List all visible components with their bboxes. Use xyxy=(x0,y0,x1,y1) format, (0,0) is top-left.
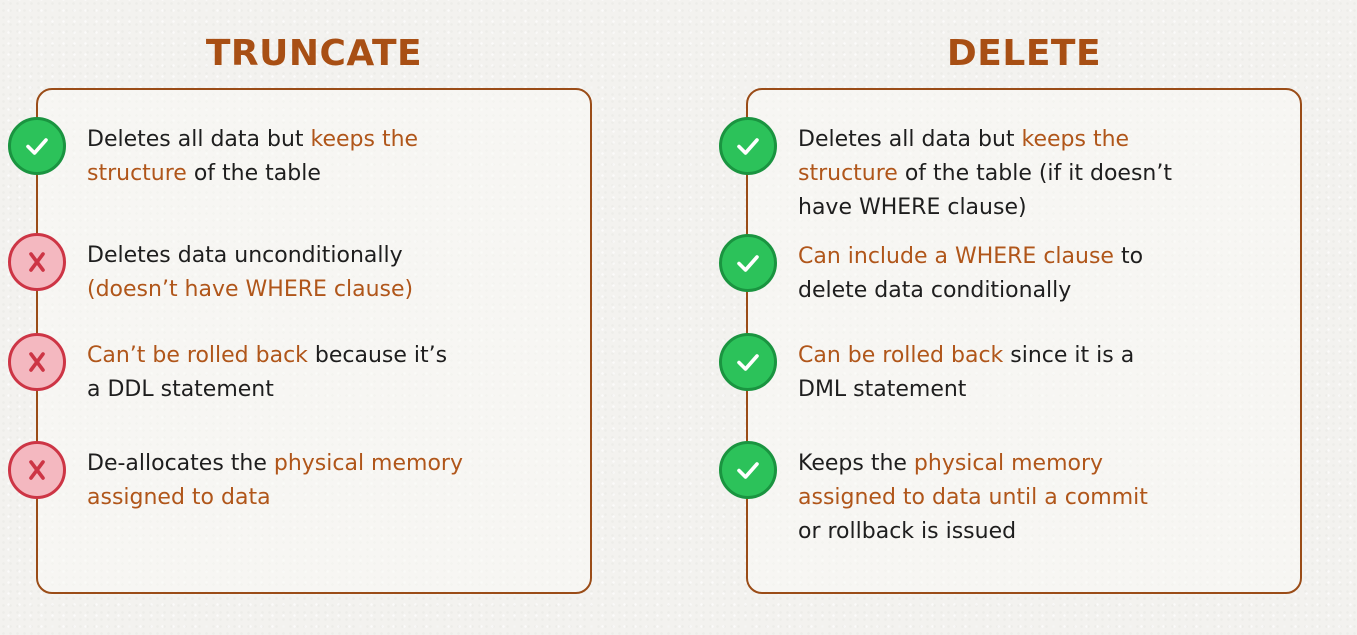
delete-item: Can include a WHERE clause to delete data… xyxy=(719,234,1299,344)
delete-item: Can be rolled back since it is a DML stat… xyxy=(719,333,1299,443)
item-text: Can be rolled back since it is a DML stat… xyxy=(798,339,1134,407)
check-icon xyxy=(8,117,66,175)
plain-text: De-allocates the xyxy=(87,451,274,476)
text-line: Keeps the physical memory xyxy=(798,447,1148,481)
text-line: Can be rolled back since it is a xyxy=(798,339,1134,373)
text-line: or rollback is issued xyxy=(798,515,1148,549)
plain-text: Deletes data unconditionally xyxy=(87,243,403,268)
highlighted-text: keeps the xyxy=(310,127,419,152)
plain-text: delete data conditionally xyxy=(798,278,1072,303)
item-text: De-allocates the physical memory assigned… xyxy=(87,447,463,515)
text-line: Deletes all data but keeps the xyxy=(87,123,418,157)
plain-text: of the table (if it doesn’t xyxy=(897,161,1172,186)
check-icon xyxy=(719,333,777,391)
highlighted-text: physical memory xyxy=(273,451,463,476)
highlighted-text: Can’t be rolled back xyxy=(87,343,308,368)
text-line: a DDL statement xyxy=(87,373,447,407)
text-line: Deletes all data but keeps the xyxy=(798,123,1172,157)
plain-text: to xyxy=(1113,244,1144,269)
plain-text: because it’s xyxy=(307,343,448,368)
highlighted-text: keeps the xyxy=(1021,127,1130,152)
plain-text: DML statement xyxy=(798,377,967,402)
text-line: Can include a WHERE clause to xyxy=(798,240,1143,274)
text-line: have WHERE clause) xyxy=(798,191,1172,225)
item-text: Deletes all data but keeps the structure … xyxy=(798,123,1172,225)
item-text: Keeps the physical memory assigned to dat… xyxy=(798,447,1148,549)
highlighted-text: Can include a WHERE clause xyxy=(798,244,1114,269)
text-line: structure of the table xyxy=(87,157,418,191)
plain-text: have WHERE clause) xyxy=(798,195,1027,220)
highlighted-text: physical memory xyxy=(913,451,1104,476)
text-line: Deletes data unconditionally xyxy=(87,239,413,273)
x-icon xyxy=(8,233,66,291)
item-text: Deletes all data but keeps the structure … xyxy=(87,123,418,191)
truncate-item: Deletes data unconditionally (doesn’t hav… xyxy=(8,233,568,343)
text-line: (doesn’t have WHERE clause) xyxy=(87,273,413,307)
text-line: assigned to data xyxy=(87,481,463,515)
x-icon xyxy=(8,333,66,391)
text-line: structure of the table (if it doesn’t xyxy=(798,157,1172,191)
truncate-item: De-allocates the physical memory assigned… xyxy=(8,441,568,551)
text-line: delete data conditionally xyxy=(798,274,1143,308)
plain-text: Keeps the xyxy=(798,451,914,476)
highlighted-text: structure xyxy=(798,161,898,186)
plain-text: a DDL statement xyxy=(87,377,274,402)
delete-item: Deletes all data but keeps the structure … xyxy=(719,117,1299,227)
plain-text: Deletes all data but xyxy=(798,127,1022,152)
text-line: DML statement xyxy=(798,373,1134,407)
item-text: Deletes data unconditionally (doesn’t hav… xyxy=(87,239,413,307)
item-text: Can include a WHERE clause to delete data… xyxy=(798,240,1143,308)
text-line: De-allocates the physical memory xyxy=(87,447,463,481)
plain-text: since it is a xyxy=(1003,343,1135,368)
highlighted-text: Can be rolled back xyxy=(798,343,1004,368)
truncate-title: TRUNCATE xyxy=(205,33,423,74)
item-text: Can’t be rolled back because it’s a DDL s… xyxy=(87,339,447,407)
delete-title: DELETE xyxy=(946,33,1102,74)
check-icon xyxy=(719,234,777,292)
truncate-item: Can’t be rolled back because it’s a DDL s… xyxy=(8,333,568,443)
delete-item: Keeps the physical memory assigned to dat… xyxy=(719,441,1299,551)
highlighted-text: structure xyxy=(87,161,187,186)
highlighted-text: assigned to data xyxy=(87,485,271,510)
plain-text: or rollback is issued xyxy=(798,519,1017,544)
check-icon xyxy=(719,441,777,499)
x-icon xyxy=(8,441,66,499)
highlighted-text: (doesn’t have WHERE clause) xyxy=(87,277,414,302)
highlighted-text: assigned to data until a commit xyxy=(798,485,1148,510)
text-line: assigned to data until a commit xyxy=(798,481,1148,515)
plain-text: of the table xyxy=(186,161,321,186)
text-line: Can’t be rolled back because it’s xyxy=(87,339,447,373)
truncate-item: Deletes all data but keeps the structure … xyxy=(8,117,568,227)
check-icon xyxy=(719,117,777,175)
plain-text: Deletes all data but xyxy=(87,127,311,152)
